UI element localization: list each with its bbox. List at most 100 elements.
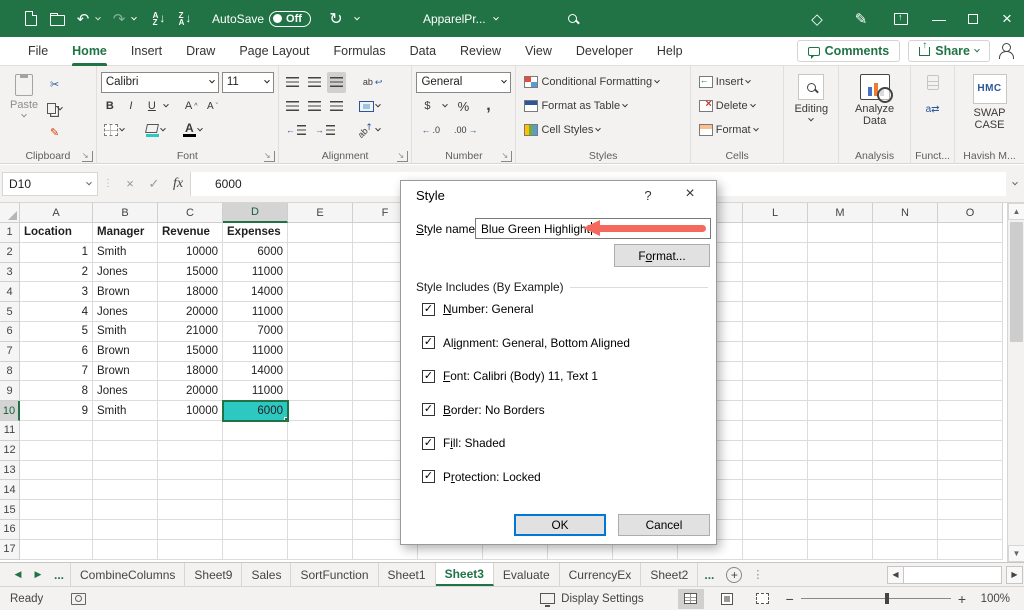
cell-C7[interactable]: 15000 xyxy=(158,342,223,362)
cell-C4[interactable]: 18000 xyxy=(158,282,223,302)
cell-L10[interactable] xyxy=(743,401,808,421)
sheet-tab-currencyex[interactable]: CurrencyEx xyxy=(560,563,642,586)
vertical-scroll-thumb[interactable] xyxy=(1010,222,1023,342)
column-header-m[interactable]: M xyxy=(808,203,873,223)
horizontal-scroll-track[interactable] xyxy=(904,566,1002,584)
checkbox-icon[interactable]: ✓ xyxy=(422,303,435,316)
cell-O9[interactable] xyxy=(938,381,1003,401)
cell-O17[interactable] xyxy=(938,540,1003,560)
tab-page-layout[interactable]: Page Layout xyxy=(227,37,321,66)
undo-icon[interactable]: ↶ xyxy=(70,6,96,32)
sheet-tab-sheet9[interactable]: Sheet9 xyxy=(185,563,242,586)
cancel-button[interactable]: Cancel xyxy=(618,514,710,536)
minimize-button[interactable]: — xyxy=(922,0,956,37)
tab-developer[interactable]: Developer xyxy=(564,37,645,66)
cell-L16[interactable] xyxy=(743,520,808,540)
cell-M2[interactable] xyxy=(808,243,873,263)
cell-B2[interactable]: Smith xyxy=(93,243,158,263)
page-break-view-icon[interactable] xyxy=(750,589,776,609)
search-icon[interactable] xyxy=(560,6,586,32)
cell-C17[interactable] xyxy=(158,540,223,560)
cell-N6[interactable] xyxy=(873,322,938,342)
tab-insert[interactable]: Insert xyxy=(119,37,174,66)
cell-O12[interactable] xyxy=(938,441,1003,461)
cell-L14[interactable] xyxy=(743,480,808,500)
cell-O13[interactable] xyxy=(938,461,1003,481)
cell-M13[interactable] xyxy=(808,461,873,481)
increase-decimal-icon[interactable]: ←.0 xyxy=(418,120,443,141)
increase-indent-icon[interactable]: → xyxy=(312,120,338,141)
wrap-text-icon[interactable]: ab↩ xyxy=(360,72,386,93)
checkbox-row-font[interactable]: ✓Font: Calibri (Body) 11, Text 1 xyxy=(422,366,706,386)
cell-D2[interactable]: 6000 xyxy=(223,243,288,263)
cell-E7[interactable] xyxy=(288,342,353,362)
column-header-l[interactable]: L xyxy=(743,203,808,223)
checkbox-icon[interactable]: ✓ xyxy=(422,403,435,416)
column-header-o[interactable]: O xyxy=(938,203,1003,223)
row-header-5[interactable]: 5 xyxy=(0,302,20,322)
cell-A2[interactable]: 1 xyxy=(20,243,93,263)
orientation-icon[interactable]: ab↗ xyxy=(354,120,384,141)
cell-C11[interactable] xyxy=(158,421,223,441)
cell-A5[interactable]: 4 xyxy=(20,302,93,322)
hscroll-right-icon[interactable]: ▶ xyxy=(1006,566,1023,584)
cell-O2[interactable] xyxy=(938,243,1003,263)
sheet-prev-icon[interactable]: ◀ xyxy=(8,569,28,580)
cell-O10[interactable] xyxy=(938,401,1003,421)
cell-B11[interactable] xyxy=(93,421,158,441)
cell-N4[interactable] xyxy=(873,282,938,302)
cell-B13[interactable] xyxy=(93,461,158,481)
tab-file[interactable]: File xyxy=(16,37,60,66)
row-header-6[interactable]: 6 xyxy=(0,322,20,342)
ribbon-display-options-icon[interactable] xyxy=(888,6,914,32)
cell-C12[interactable] xyxy=(158,441,223,461)
cell-B7[interactable]: Brown xyxy=(93,342,158,362)
underline-button[interactable]: U xyxy=(143,96,161,117)
cell-L15[interactable] xyxy=(743,500,808,520)
merge-center-icon[interactable] xyxy=(356,96,383,117)
cell-D13[interactable] xyxy=(223,461,288,481)
bold-button[interactable]: B xyxy=(101,96,119,117)
sheet-tab-sales[interactable]: Sales xyxy=(242,563,291,586)
cell-M1[interactable] xyxy=(808,223,873,243)
clipboard-dialog-launcher-icon[interactable]: ↘ xyxy=(82,151,93,162)
close-button[interactable]: × xyxy=(990,0,1024,37)
cell-L12[interactable] xyxy=(743,441,808,461)
cell-E6[interactable] xyxy=(288,322,353,342)
cell-N9[interactable] xyxy=(873,381,938,401)
row-header-14[interactable]: 14 xyxy=(0,480,20,500)
cell-D9[interactable]: 11000 xyxy=(223,381,288,401)
cell-L4[interactable] xyxy=(743,282,808,302)
cell-O5[interactable] xyxy=(938,302,1003,322)
name-box[interactable]: D10 xyxy=(2,172,98,196)
tab-help[interactable]: Help xyxy=(645,37,695,66)
alignment-dialog-launcher-icon[interactable]: ↘ xyxy=(397,151,408,162)
macro-record-icon[interactable] xyxy=(71,593,86,605)
cell-O1[interactable] xyxy=(938,223,1003,243)
row-header-9[interactable]: 9 xyxy=(0,381,20,401)
cell-L13[interactable] xyxy=(743,461,808,481)
format-painter-icon[interactable]: ✎ xyxy=(44,122,65,143)
sheet-tab-sheet1[interactable]: Sheet1 xyxy=(379,563,436,586)
zoom-slider-thumb[interactable] xyxy=(885,593,889,604)
cell-B5[interactable]: Jones xyxy=(93,302,158,322)
underline-dropdown-icon[interactable] xyxy=(163,102,169,108)
cell-E10[interactable] xyxy=(288,401,353,421)
maximize-button[interactable] xyxy=(956,0,990,37)
new-file-icon[interactable] xyxy=(18,6,44,32)
row-header-4[interactable]: 4 xyxy=(0,282,20,302)
cell-E15[interactable] xyxy=(288,500,353,520)
cell-N12[interactable] xyxy=(873,441,938,461)
sheet-tab-sortfunction[interactable]: SortFunction xyxy=(291,563,378,586)
checkbox-icon[interactable]: ✓ xyxy=(422,470,435,483)
draw-launcher-icon[interactable]: ✎ xyxy=(848,6,874,32)
cell-E3[interactable] xyxy=(288,263,353,283)
align-middle-icon[interactable] xyxy=(305,72,324,93)
cell-L7[interactable] xyxy=(743,342,808,362)
cell-O6[interactable] xyxy=(938,322,1003,342)
cell-A7[interactable]: 6 xyxy=(20,342,93,362)
sort-az-icon[interactable]: AZ↓ xyxy=(146,6,172,32)
sheet-tab-sheet3[interactable]: Sheet3 xyxy=(436,563,494,586)
cell-O7[interactable] xyxy=(938,342,1003,362)
font-size-select[interactable]: 11 xyxy=(222,72,274,93)
